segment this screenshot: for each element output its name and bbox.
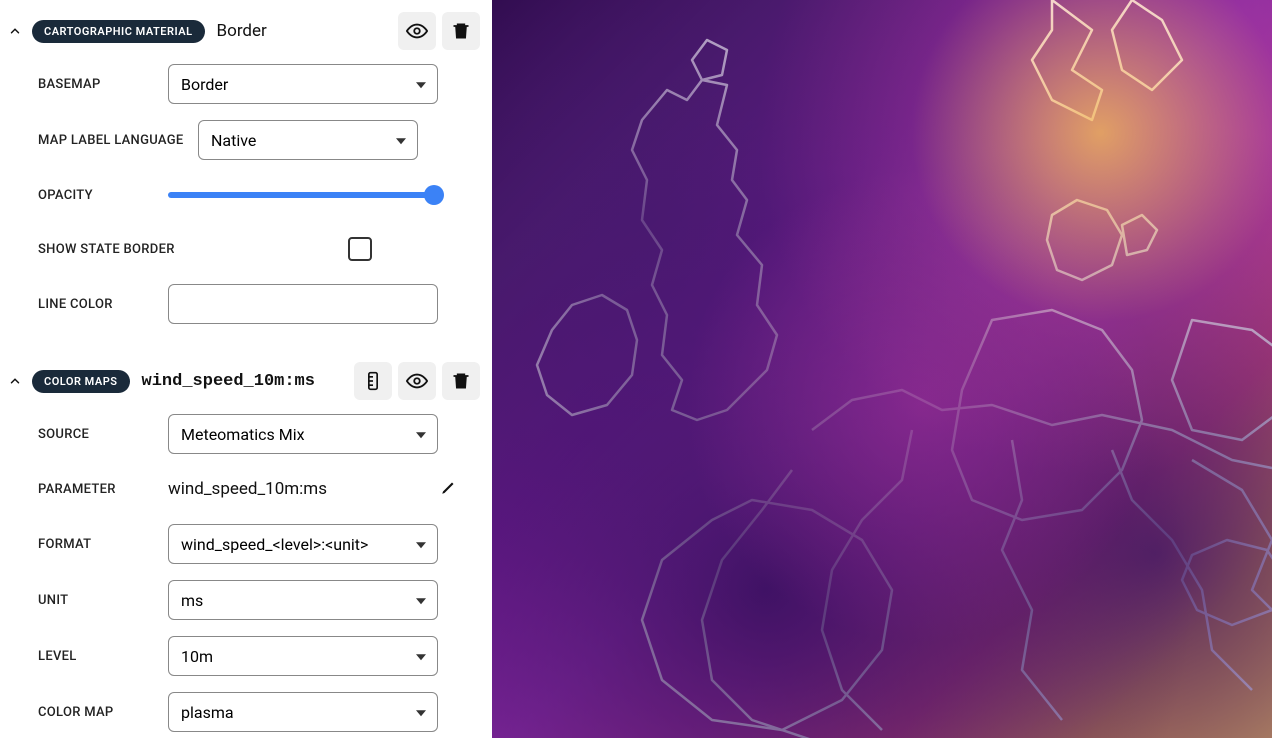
chevron-up-icon[interactable] — [6, 372, 24, 390]
linecolor-label: LINE COLOR — [38, 297, 168, 312]
map-viewport[interactable] — [492, 0, 1272, 738]
heatmap-overlay — [492, 0, 1272, 738]
layer-actions — [398, 12, 480, 50]
layer-title: wind_speed_10m:ms — [138, 372, 346, 391]
layer-colormaps: COLOR MAPS wind_speed_10m:ms SOURCE — [4, 358, 482, 738]
lang-label: MAP LABEL LANGUAGE — [38, 133, 198, 148]
pencil-icon[interactable] — [440, 478, 458, 500]
layer-header: COLOR MAPS wind_speed_10m:ms — [4, 358, 482, 404]
layer-cartographic: CARTOGRAPHIC MATERIAL Border BASEMAP Bor… — [4, 8, 482, 346]
layer-header: CARTOGRAPHIC MATERIAL Border — [4, 8, 482, 54]
stateborder-checkbox[interactable] — [348, 237, 372, 261]
source-select[interactable]: Meteomatics Mix — [168, 414, 438, 454]
layer-pill: CARTOGRAPHIC MATERIAL — [32, 20, 205, 43]
trash-icon[interactable] — [442, 12, 480, 50]
format-select[interactable]: wind_speed_<level>:<unit> — [168, 524, 438, 564]
unit-select[interactable]: ms — [168, 580, 438, 620]
basemap-label: BASEMAP — [38, 77, 168, 92]
eye-icon[interactable] — [398, 12, 436, 50]
parameter-label: PARAMETER — [38, 482, 168, 497]
stateborder-label: SHOW STATE BORDER — [38, 242, 198, 257]
basemap-select[interactable]: Border — [168, 64, 438, 104]
eye-icon[interactable] — [398, 362, 436, 400]
colormap-label: COLOR MAP — [38, 705, 168, 720]
chevron-up-icon[interactable] — [6, 22, 24, 40]
layer-actions — [354, 362, 480, 400]
parameter-value: wind_speed_10m:ms — [168, 479, 432, 499]
level-select[interactable]: 10m — [168, 636, 438, 676]
layer-body: SOURCE Meteomatics Mix PARAMETER wind_sp… — [4, 404, 482, 738]
level-label: LEVEL — [38, 649, 168, 664]
ruler-icon[interactable] — [354, 362, 392, 400]
colormap-select[interactable]: plasma — [168, 692, 438, 732]
format-label: FORMAT — [38, 537, 168, 552]
source-label: SOURCE — [38, 427, 168, 442]
opacity-label: OPACITY — [38, 188, 168, 203]
layer-body: BASEMAP Border MAP LABEL LANGUAGE Native — [4, 54, 482, 346]
sidebar: CARTOGRAPHIC MATERIAL Border BASEMAP Bor… — [0, 0, 492, 738]
language-select[interactable]: Native — [198, 120, 418, 160]
trash-icon[interactable] — [442, 362, 480, 400]
layer-title: Border — [213, 21, 390, 41]
unit-label: UNIT — [38, 593, 168, 608]
opacity-slider[interactable] — [168, 185, 436, 205]
linecolor-input[interactable] — [168, 284, 438, 324]
layer-pill: COLOR MAPS — [32, 370, 130, 393]
